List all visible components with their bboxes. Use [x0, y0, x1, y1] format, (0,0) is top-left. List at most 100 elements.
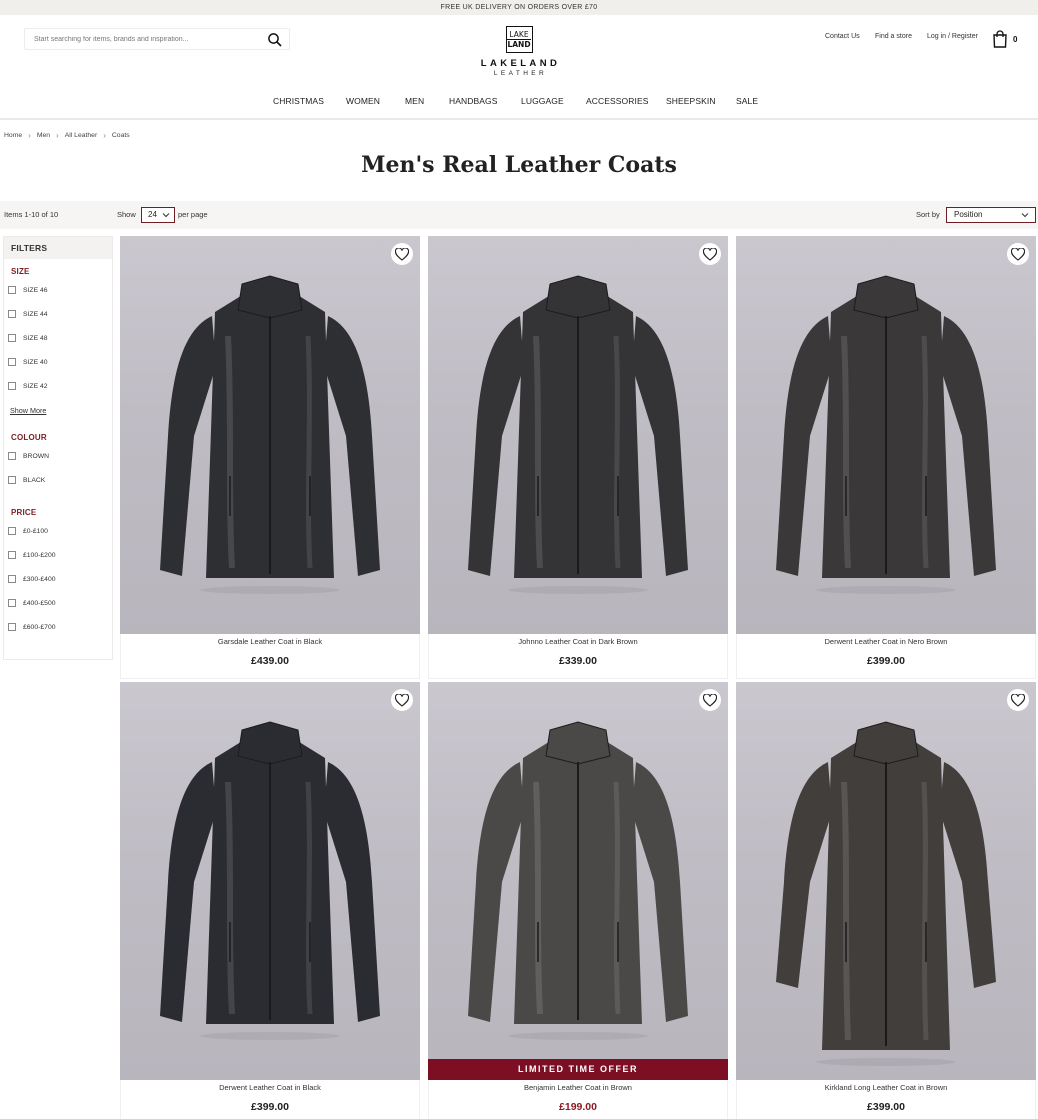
filter-price-title[interactable]: PRICE — [11, 508, 36, 517]
filter-price-600-700[interactable]: £600-£700 — [8, 623, 56, 631]
show-more-link[interactable]: Show More — [10, 406, 46, 415]
nav-sale[interactable]: SALE — [736, 96, 758, 106]
product-price: £399.00 — [251, 1101, 289, 1113]
coat-illustration — [468, 721, 688, 1040]
sort-select[interactable]: Position — [946, 207, 1036, 223]
search-icon[interactable] — [267, 32, 283, 48]
logo-mark-bottom: LAND — [507, 38, 531, 49]
product-name[interactable]: Kirkland Long Leather Coat in Brown — [736, 1083, 1036, 1092]
filter-price-0-100[interactable]: £0-£100 — [8, 527, 48, 535]
filter-colour-black[interactable]: BLACK — [8, 476, 45, 484]
search-input[interactable] — [34, 35, 254, 43]
filter-size-title[interactable]: SIZE — [11, 267, 30, 276]
checkbox[interactable] — [8, 575, 16, 583]
checkbox[interactable] — [8, 476, 16, 484]
coat-illustration — [468, 275, 688, 594]
product-image[interactable]: LIMITED TIME OFFER — [428, 682, 728, 1080]
filter-price-300-400[interactable]: £300-£400 — [8, 575, 56, 583]
per-page-select[interactable]: 24 — [141, 207, 175, 223]
product-price: £399.00 — [867, 655, 905, 667]
logo-subtitle: LEATHER — [493, 70, 548, 77]
login-register-link[interactable]: Log in / Register — [927, 33, 978, 40]
filter-size-46[interactable]: SIZE 46 — [8, 286, 48, 294]
site-logo[interactable]: LAKE LAND LAKELAND LEATHER — [470, 26, 568, 82]
nav-men[interactable]: MEN — [405, 96, 424, 106]
coat-illustration — [160, 721, 380, 1040]
product-image[interactable] — [428, 236, 728, 634]
product-card[interactable]: LIMITED TIME OFFER Benjamin Leather Coat… — [428, 682, 728, 1119]
product-card[interactable]: Kirkland Long Leather Coat in Brown £399… — [736, 682, 1036, 1119]
wishlist-heart-icon[interactable] — [1007, 243, 1029, 265]
breadcrumb-current: Coats — [111, 132, 130, 139]
filter-price-400-500[interactable]: £400-£500 — [8, 599, 56, 607]
sort-label: Sort by — [916, 210, 940, 219]
breadcrumb-home[interactable]: Home — [4, 132, 22, 139]
find-store-link[interactable]: Find a store — [875, 33, 912, 40]
filter-size-42[interactable]: SIZE 42 — [8, 382, 48, 390]
filter-colour-brown[interactable]: BROWN — [8, 452, 49, 460]
checkbox[interactable] — [8, 334, 16, 342]
filter-size-44[interactable]: SIZE 44 — [8, 310, 48, 318]
product-image[interactable] — [120, 236, 420, 634]
nav-christmas[interactable]: CHRISTMAS — [273, 96, 324, 106]
product-image[interactable] — [736, 682, 1036, 1080]
announcement-text: FREE UK DELIVERY ON ORDERS OVER £70 — [440, 4, 598, 11]
show-label: Show — [117, 210, 136, 219]
cart-count: 0 — [1013, 35, 1018, 44]
product-card[interactable]: Derwent Leather Coat in Black £399.00 — [120, 682, 420, 1119]
product-name[interactable]: Benjamin Leather Coat in Brown — [428, 1083, 728, 1092]
breadcrumb-men[interactable]: Men — [37, 132, 50, 139]
checkbox[interactable] — [8, 286, 16, 294]
product-price: £399.00 — [867, 1101, 905, 1113]
sort-value: Position — [954, 210, 983, 219]
per-page-value: 24 — [148, 210, 157, 219]
filter-size-48[interactable]: SIZE 48 — [8, 334, 48, 342]
wishlist-heart-icon[interactable] — [1007, 689, 1029, 711]
wishlist-heart-icon[interactable] — [391, 689, 413, 711]
wishlist-heart-icon[interactable] — [391, 243, 413, 265]
nav-women[interactable]: WOMEN — [346, 96, 380, 106]
checkbox[interactable] — [8, 452, 16, 460]
filter-colour-title[interactable]: COLOUR — [11, 433, 47, 442]
checkbox[interactable] — [8, 358, 16, 366]
coat-illustration — [160, 275, 380, 594]
checkbox[interactable] — [8, 310, 16, 318]
page-title: Men's Real Leather Coats — [361, 152, 677, 178]
nav-sheepskin[interactable]: SHEEPSKIN — [666, 96, 716, 106]
checkbox[interactable] — [8, 527, 16, 535]
chevron-right-icon: › — [103, 131, 106, 140]
checkbox[interactable] — [8, 599, 16, 607]
wishlist-heart-icon[interactable] — [699, 689, 721, 711]
product-image[interactable] — [120, 682, 420, 1080]
breadcrumb: Home › Men › All Leather › Coats — [4, 131, 130, 140]
chevron-down-icon — [1021, 213, 1029, 218]
filter-size-40[interactable]: SIZE 40 — [8, 358, 48, 366]
product-price: £439.00 — [251, 655, 289, 667]
nav-luggage[interactable]: LUGGAGE — [521, 96, 564, 106]
product-price: £199.00 — [559, 1101, 597, 1113]
product-name[interactable]: Garsdale Leather Coat in Black — [120, 637, 420, 646]
product-name[interactable]: Derwent Leather Coat in Nero Brown — [736, 637, 1036, 646]
search-box[interactable] — [24, 28, 290, 50]
checkbox[interactable] — [8, 551, 16, 559]
filter-price-100-200[interactable]: £100-£200 — [8, 551, 56, 559]
product-name[interactable]: Johnno Leather Coat in Dark Brown — [428, 637, 728, 646]
nav-accessories[interactable]: ACCESSORIES — [586, 96, 649, 106]
main-navigation: CHRISTMAS WOMEN MEN HANDBAGS LUGGAGE ACC… — [0, 92, 1038, 112]
checkbox[interactable] — [8, 623, 16, 631]
breadcrumb-all-leather[interactable]: All Leather — [65, 132, 98, 139]
product-name[interactable]: Derwent Leather Coat in Black — [120, 1083, 420, 1092]
nav-handbags[interactable]: HANDBAGS — [449, 96, 498, 106]
product-card[interactable]: Garsdale Leather Coat in Black £439.00 — [120, 236, 420, 679]
items-count: Items 1-10 of 10 — [4, 210, 59, 219]
contact-us-link[interactable]: Contact Us — [825, 33, 860, 40]
product-card[interactable]: Derwent Leather Coat in Nero Brown £399.… — [736, 236, 1036, 679]
checkbox[interactable] — [8, 382, 16, 390]
shopping-bag-icon[interactable] — [992, 30, 1008, 48]
product-price: £339.00 — [559, 655, 597, 667]
product-card[interactable]: Johnno Leather Coat in Dark Brown £339.0… — [428, 236, 728, 679]
product-image[interactable] — [736, 236, 1036, 634]
wishlist-heart-icon[interactable] — [699, 243, 721, 265]
logo-mark-top: LAKE — [509, 29, 529, 39]
limited-offer-badge: LIMITED TIME OFFER — [428, 1059, 728, 1080]
